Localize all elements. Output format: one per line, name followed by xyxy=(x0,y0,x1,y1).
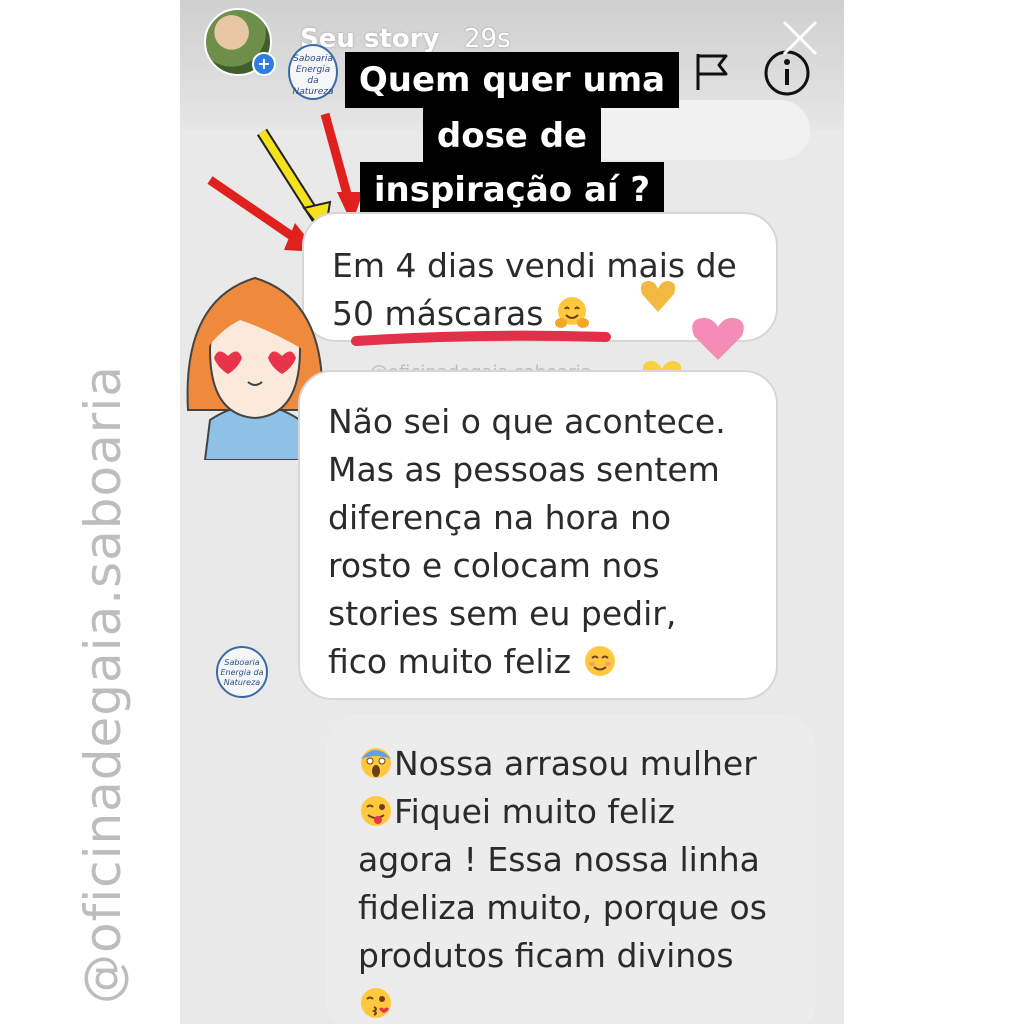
message-1-line-1: Em 4 dias vendi mais de xyxy=(332,246,737,285)
message-3-line-2: Fiquei muito feliz xyxy=(358,788,816,836)
message-3-line-5: produtos ficam divinos xyxy=(358,936,734,975)
message-2-line-3: diferença na hora no xyxy=(328,498,672,537)
winking-tongue-emoji-icon xyxy=(361,796,391,826)
story-timestamp: 29s xyxy=(464,24,511,54)
message-2-line-6: fico muito feliz xyxy=(328,638,776,686)
sender-avatar-logo[interactable]: Saboaria Energia da Natureza xyxy=(216,646,268,698)
caption-line-1: Quem quer uma xyxy=(180,52,844,108)
orange-heart-icon xyxy=(640,281,676,312)
smiling-blush-emoji-icon xyxy=(584,646,615,676)
message-bubble-3[interactable]: Nossa arrasou mulher Fiquei muito feliz … xyxy=(326,714,816,1024)
kissing-face-emoji-icon xyxy=(361,988,391,1018)
message-3-line-6 xyxy=(358,980,816,1024)
message-3-line-4: fideliza muito, porque os xyxy=(358,888,767,927)
message-2-line-2: Mas as pessoas sentem xyxy=(328,450,720,489)
message-2-line-1: Não sei o que acontece. xyxy=(328,402,726,441)
message-3-line-1: Nossa arrasou mulher xyxy=(358,740,816,788)
red-underline xyxy=(351,330,611,346)
watermark-handle: @oficinadegaia.saboaria xyxy=(74,365,132,1004)
message-2-line-5: stories sem eu pedir, xyxy=(328,594,677,633)
pink-heart-icon xyxy=(692,317,744,360)
story-viewer[interactable]: + Seu story 29s Saboaria Energia da Natu… xyxy=(180,0,844,1024)
message-bubble-2[interactable]: Não sei o que acontece. Mas as pessoas s… xyxy=(298,370,778,700)
message-2-line-4: rosto e colocam nos xyxy=(328,546,660,585)
screaming-face-emoji-icon xyxy=(361,748,391,778)
message-3-line-3: agora ! Essa nossa linha xyxy=(358,840,760,879)
